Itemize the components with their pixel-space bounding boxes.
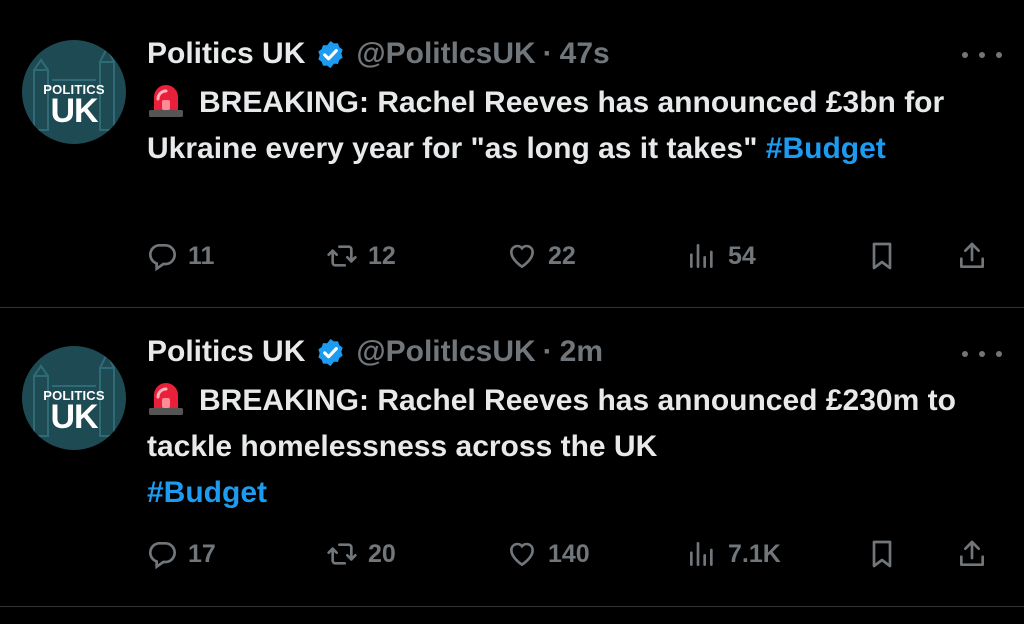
siren-emoji-icon [149,85,183,117]
like-button[interactable]: 22 [506,236,576,276]
share-icon [960,540,984,566]
views-button[interactable]: 54 [686,236,756,276]
reply-count: 11 [188,241,215,270]
tweet[interactable]: POLITICS UK Politics UK @PolitlcsUK · 2m… [0,308,1024,606]
reply-button[interactable]: 17 [146,534,216,574]
like-button[interactable]: 140 [506,534,590,574]
hashtag-link[interactable]: #Budget [766,132,886,165]
tweet-header: Politics UK @PolitlcsUK · 47s [147,36,610,72]
author-handle[interactable]: @PolitlcsUK [356,37,535,71]
repost-count: 12 [368,241,396,270]
views-button[interactable]: 7.1K [686,534,781,574]
verified-badge-icon [318,40,344,68]
repost-button[interactable]: 12 [326,236,396,276]
more-icon[interactable] [962,348,1002,360]
retweet-icon [327,245,357,267]
like-count: 140 [548,539,590,568]
reply-icon [149,244,176,272]
share-button[interactable] [956,236,988,276]
retweet-icon [327,543,357,565]
more-icon[interactable] [962,49,1002,61]
author-handle[interactable]: @PolitlcsUK [356,335,535,369]
repost-button[interactable]: 20 [326,534,396,574]
reply-icon [149,542,176,570]
avatar-text-uk: UK [50,398,98,436]
separator-dot: · [542,335,553,368]
author-name[interactable]: Politics UK [147,335,305,369]
tweet-header: Politics UK @PolitlcsUK · 2m [147,334,603,370]
view-count: 54 [728,241,756,270]
tweet[interactable]: POLITICS UK Politics UK @PolitlcsUK · 47… [0,0,1024,307]
siren-emoji-icon [149,383,183,415]
tweet-actions: 11 12 22 54 [146,236,1006,276]
timestamp[interactable]: 2m [560,335,603,369]
share-icon [960,242,984,268]
reply-count: 17 [188,539,216,568]
tweet-text: BREAKING: Rachel Reeves has announced £2… [147,378,987,516]
share-button[interactable] [956,534,988,574]
tweet-divider [0,606,1024,607]
views-icon [690,244,713,268]
verified-badge-icon [318,338,344,366]
like-count: 22 [548,241,576,270]
separator-dot: · [542,37,553,70]
views-icon [690,542,713,566]
reply-button[interactable]: 11 [146,236,214,276]
like-icon [509,244,535,269]
avatar-text-uk: UK [50,92,98,130]
bookmark-button[interactable] [866,236,898,276]
bookmark-button[interactable] [866,534,898,574]
avatar[interactable]: POLITICS UK [22,346,126,450]
tweet-text: BREAKING: Rachel Reeves has announced £3… [147,80,987,172]
bookmark-icon [872,540,892,568]
view-count: 7.1K [728,539,781,568]
bookmark-icon [872,242,892,270]
avatar[interactable]: POLITICS UK [22,40,126,144]
author-name[interactable]: Politics UK [147,37,305,71]
timestamp[interactable]: 47s [560,37,610,71]
tweet-actions: 17 20 140 7.1K [146,534,1006,574]
hashtag-link[interactable]: #Budget [147,476,267,509]
tweet-text-content: BREAKING: Rachel Reeves has announced £2… [147,384,956,463]
repost-count: 20 [368,539,396,568]
like-icon [509,542,535,567]
